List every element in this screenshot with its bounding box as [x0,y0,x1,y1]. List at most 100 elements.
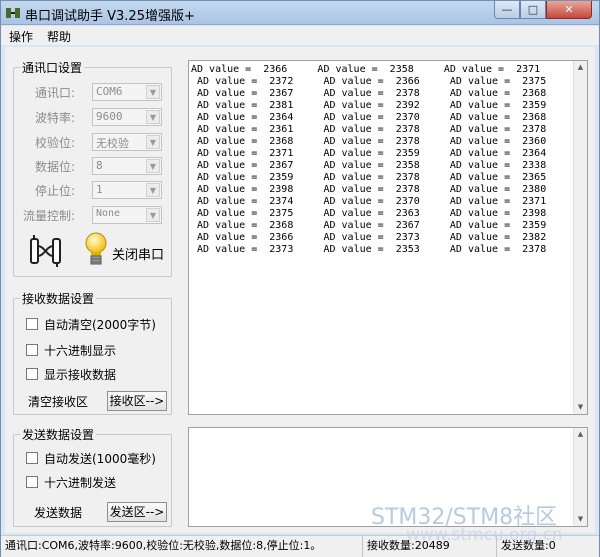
lightbulb-icon [85,232,107,265]
receive-scrollbar[interactable]: ▲ ▼ [573,61,587,414]
serial-settings-title: 通讯口设置 [20,59,85,76]
receive-log-line: AD value = 2375 AD value = 2363 AD value… [191,208,546,220]
watermark-url: www.stmcu.org.cn [406,525,563,545]
ad-reading: AD value = 2378 [293,136,420,147]
ad-reading: AD value = 2367 [191,160,294,171]
receive-log-line: AD value = 2367 AD value = 2378 AD value… [191,88,546,100]
scroll-up-icon[interactable]: ▲ [574,61,587,74]
app-icon [6,8,20,18]
receive-log-line: AD value = 2373 AD value = 2353 AD value… [191,244,546,256]
send-area-button[interactable]: 发送区--> [107,502,167,522]
scroll-up-icon[interactable]: ▲ [574,428,587,441]
receive-log-line: AD value = 2371 AD value = 2359 AD value… [191,148,546,160]
ad-reading: AD value = 2378 [419,124,547,135]
hex-display-label: 十六进制显示 [44,344,117,358]
menu-operate[interactable]: 操作 [9,28,33,45]
port-label: 通讯口: [35,86,76,100]
title-bar[interactable]: 串口调试助手 V3.25增强版+ — □ ✕ [1,1,599,25]
ad-reading: AD value = 2378 [293,184,420,195]
baud-value: 9600 [96,110,123,123]
ad-reading: AD value = 2359 [293,148,420,159]
port-select[interactable]: COM6 ▼ [92,83,162,101]
ad-reading: AD value = 2381 [191,100,294,111]
close-port-button[interactable]: 关闭串口 [112,244,164,263]
ad-reading: AD value = 2363 [293,208,420,219]
ad-reading: AD value = 2361 [191,124,294,135]
flowcontrol-value: None [96,208,121,219]
send-data-button[interactable]: 发送数据 [34,504,82,521]
flowcontrol-select[interactable]: None ▼ [92,206,162,224]
ad-reading: AD value = 2358 [293,160,420,171]
ad-reading: AD value = 2375 [419,76,547,87]
receive-log-line: AD value = 2361 AD value = 2378 AD value… [191,124,546,136]
ad-reading: AD value = 2373 [191,244,294,255]
close-button[interactable]: ✕ [546,1,592,19]
ad-reading: AD value = 2378 [293,124,420,135]
port-value: COM6 [96,85,123,98]
receive-log: AD value = 2366 AD value = 2358 AD value… [191,64,546,256]
databits-select[interactable]: 8 ▼ [92,157,162,175]
ad-reading: AD value = 2367 [191,88,294,99]
hex-send-checkbox[interactable] [26,476,38,488]
stopbits-value: 1 [96,183,103,196]
parity-label: 校验位: [35,136,76,150]
maximize-button[interactable]: □ [520,1,546,19]
receive-area-button[interactable]: 接收区--> [107,391,167,411]
ad-reading: AD value = 2375 [191,208,294,219]
ad-reading: AD value = 2360 [419,136,547,147]
ad-reading: AD value = 2374 [191,196,294,207]
plug-icon[interactable] [28,234,64,268]
send-settings-title: 发送数据设置 [20,426,97,443]
ad-reading: AD value = 2359 [191,172,294,183]
ad-reading: AD value = 2338 [419,160,547,171]
ad-reading: AD value = 2365 [419,172,547,183]
menu-help[interactable]: 帮助 [47,28,71,45]
ad-reading: AD value = 2368 [419,112,547,123]
send-scrollbar[interactable]: ▲ ▼ [573,428,587,526]
ad-reading: AD value = 2353 [293,244,420,255]
hex-send-label: 十六进制发送 [44,476,117,490]
receive-settings-group: 接收数据设置 自动清空(2000字节) 十六进制显示 显示接收数据 清空接收区 … [13,290,172,415]
app-window: 串口调试助手 V3.25增强版+ — □ ✕ 操作 帮助 通讯口设置 通讯口: … [0,0,600,557]
auto-clear-checkbox[interactable] [26,318,38,330]
ad-reading: AD value = 2366 [191,64,288,75]
ad-reading: AD value = 2368 [191,136,294,147]
chevron-down-icon: ▼ [146,110,160,124]
ad-reading: AD value = 2371 [419,196,547,207]
chevron-down-icon: ▼ [146,183,160,197]
auto-clear-label: 自动清空(2000字节) [44,318,156,332]
ad-reading: AD value = 2378 [419,244,547,255]
baud-select[interactable]: 9600 ▼ [92,108,162,126]
chevron-down-icon: ▼ [146,135,160,149]
ad-reading: AD value = 2392 [293,100,420,111]
baud-label: 波特率: [35,111,76,125]
receive-textarea[interactable]: AD value = 2366 AD value = 2358 AD value… [188,60,588,415]
menu-bar: 操作 帮助 [1,26,599,45]
ad-reading: AD value = 2367 [293,220,420,231]
receive-log-line: AD value = 2359 AD value = 2378 AD value… [191,172,546,184]
ad-reading: AD value = 2398 [419,208,547,219]
auto-send-checkbox[interactable] [26,452,38,464]
auto-send-label: 自动发送(1000毫秒) [44,452,156,466]
serial-settings-group: 通讯口设置 通讯口: COM6 ▼ 波特率: 9600 ▼ 校验位: 无校验 ▼… [13,59,172,277]
databits-value: 8 [96,159,103,172]
ad-reading: AD value = 2364 [419,148,547,159]
parity-select[interactable]: 无校验 ▼ [92,133,162,151]
hex-display-checkbox[interactable] [26,344,38,356]
clear-receive-button[interactable]: 清空接收区 [28,393,88,410]
ad-reading: AD value = 2359 [419,100,547,111]
stopbits-select[interactable]: 1 ▼ [92,181,162,199]
minimize-button[interactable]: — [494,1,520,19]
chevron-down-icon: ▼ [146,159,160,173]
receive-log-line: AD value = 2364 AD value = 2370 AD value… [191,112,546,124]
scroll-down-icon[interactable]: ▼ [574,401,587,414]
ad-reading: AD value = 2366 [191,232,294,243]
scroll-down-icon[interactable]: ▼ [574,513,587,526]
databits-label: 数据位: [35,160,76,174]
flowcontrol-label: 流量控制: [23,209,76,223]
main-panel: 通讯口设置 通讯口: COM6 ▼ 波特率: 9600 ▼ 校验位: 无校验 ▼… [5,47,595,533]
ad-reading: AD value = 2370 [293,112,420,123]
receive-log-line: AD value = 2368 AD value = 2367 AD value… [191,220,546,232]
show-received-checkbox[interactable] [26,368,38,380]
receive-log-line: AD value = 2367 AD value = 2358 AD value… [191,160,546,172]
